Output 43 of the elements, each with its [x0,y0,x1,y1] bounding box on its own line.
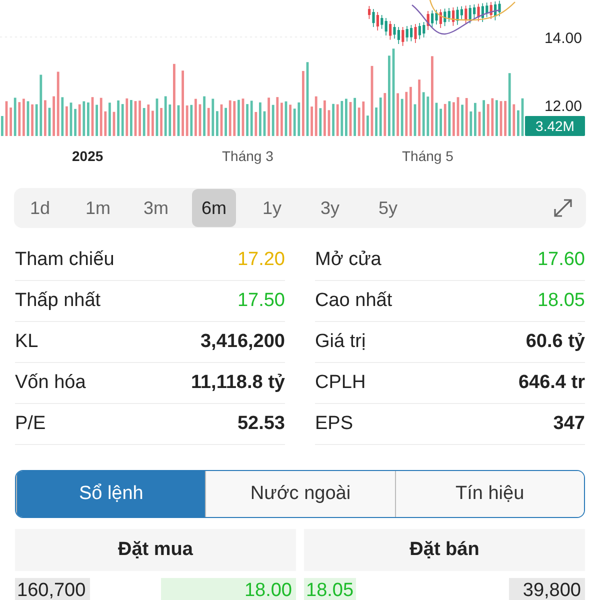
stat-label: Vốn hóa [15,372,86,394]
column-header: Đặt mua [15,529,296,571]
stat-value: 52.53 [237,413,285,435]
order-tab[interactable]: Tín hiệu [394,471,584,517]
stat-value: 18.05 [537,290,585,312]
price-tick-label: 12.00 [544,98,582,115]
volume-badge: 3.42M [525,116,585,136]
expand-icon[interactable] [552,197,574,219]
period-tab[interactable]: 1m [76,189,120,227]
period-tab[interactable]: 3m [134,189,178,227]
period-tab[interactable]: 1d [18,189,62,227]
date-axis-label: Tháng 3 [222,148,274,164]
stat-label: Tham chiếu [15,249,114,271]
date-axis-label: Tháng 5 [402,148,454,164]
period-tab[interactable]: 1y [250,189,294,227]
stat-value: 17.50 [237,290,285,312]
stat-label: Giá trị [315,331,366,353]
date-axis-label: 2025 [72,148,104,164]
period-tab[interactable]: 5y [366,189,410,227]
price-tick-label: 14.00 [544,30,582,47]
period-tab[interactable]: 6m [192,189,236,227]
stat-value: 3,416,200 [200,331,285,353]
stat-label: KL [15,331,38,353]
order-tab[interactable]: Sổ lệnh [16,471,206,517]
stat-value: 60.6 tỷ [526,331,585,353]
stat-value: 11,118.8 tỷ [190,372,285,394]
bid-price: 18.00 [161,578,296,600]
ask-price: 18.05 [304,578,356,600]
stat-label: Mở cửa [315,249,382,271]
column-header: Đặt bán [304,529,585,571]
stat-label: Cao nhất [315,290,392,312]
ask-volume: 39,800 [509,578,585,600]
stat-label: CPLH [315,372,366,394]
stat-label: EPS [315,413,354,435]
stat-label: Thấp nhất [15,290,101,312]
stat-value: 17.60 [537,249,585,271]
bid-volume: 160,700 [15,578,90,600]
order-tab[interactable]: Nước ngoài [205,471,395,517]
stat-value: 646.4 tr [518,372,585,394]
period-tab[interactable]: 3y [308,189,352,227]
stat-value: 17.20 [237,249,285,271]
stat-label: P/E [15,413,46,435]
stat-value: 347 [553,413,585,435]
